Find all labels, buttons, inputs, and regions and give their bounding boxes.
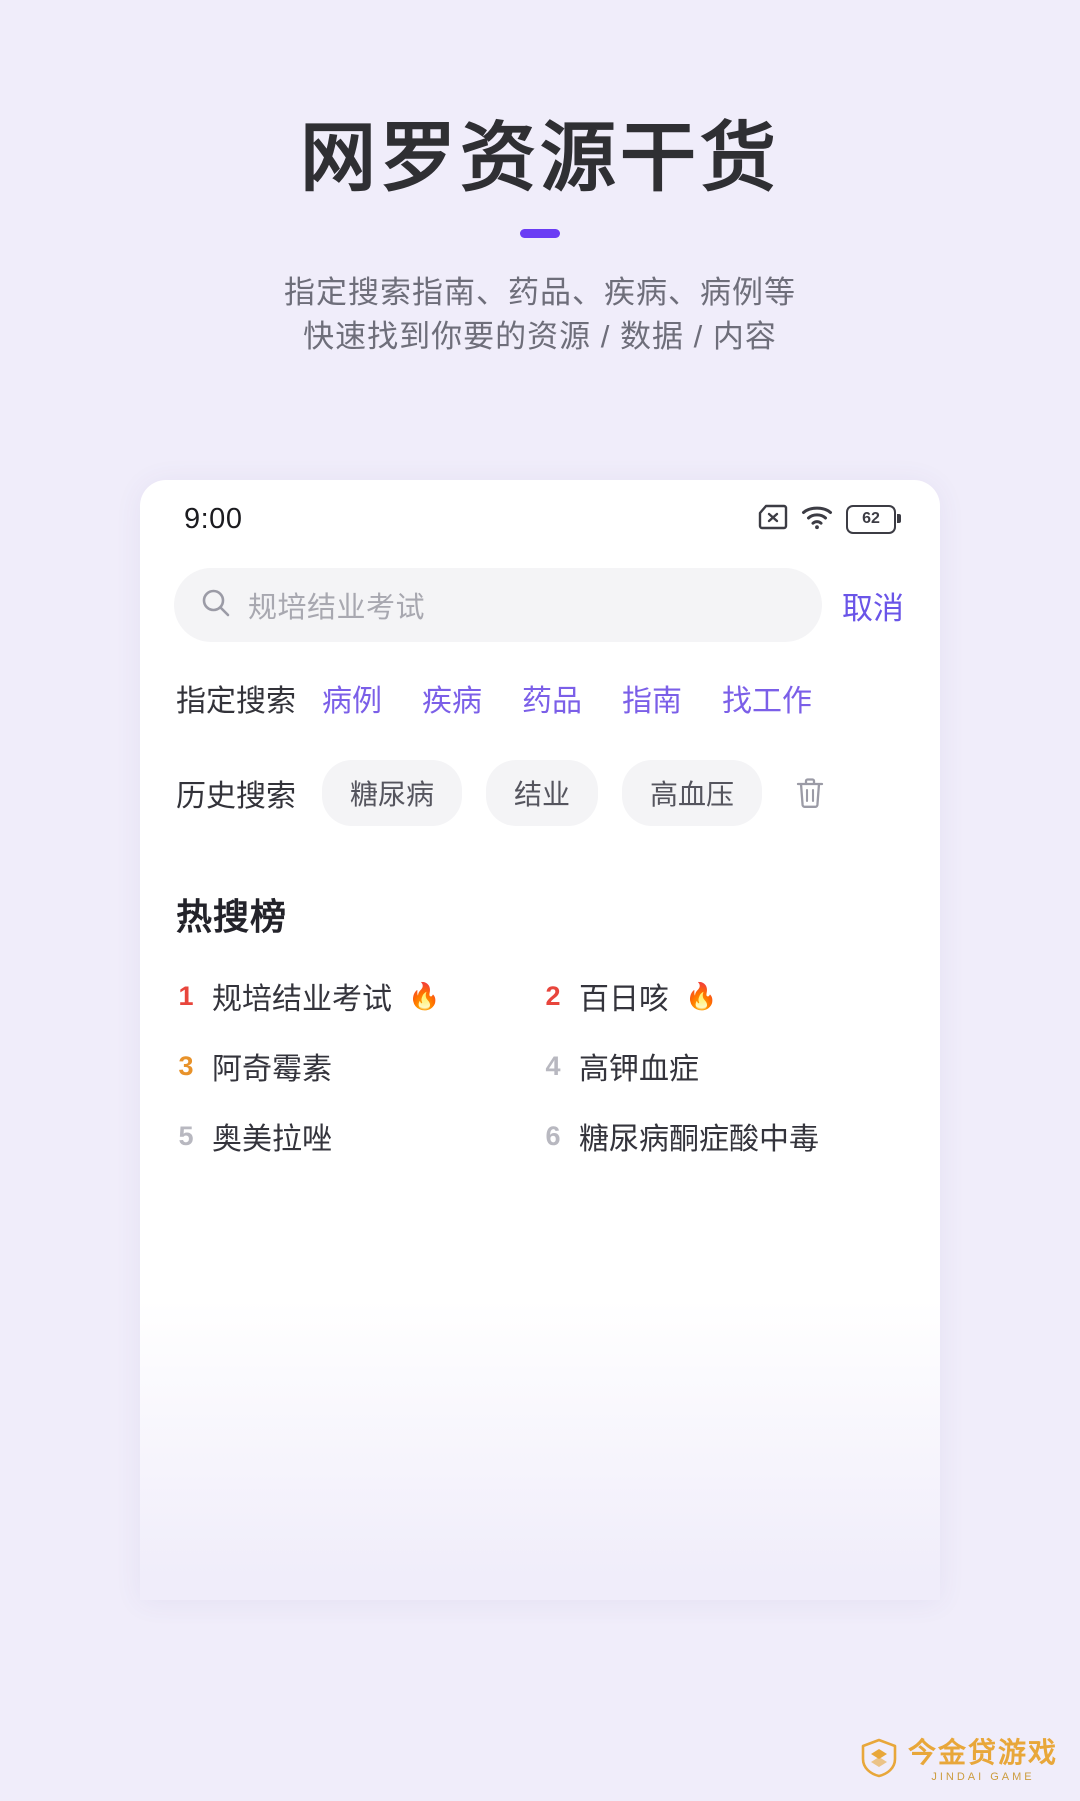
hot-text: 糖尿病酮症酸中毒 bbox=[579, 1123, 819, 1156]
battery-icon: 62 bbox=[846, 504, 901, 534]
hot-text: 阿奇霉素 bbox=[212, 1053, 332, 1086]
hot-text: 百日咳 bbox=[579, 983, 669, 1016]
trash-icon[interactable] bbox=[794, 776, 826, 810]
search-placeholder: 规培结业考试 bbox=[248, 592, 426, 624]
hot-list-item[interactable]: 3 阿奇霉素 bbox=[176, 1036, 543, 1096]
cancel-button[interactable]: 取消 bbox=[828, 583, 910, 628]
watermark-text: 今金贷游戏 JINDAI GAME bbox=[907, 1736, 1058, 1783]
hot-list-item[interactable]: 2 百日咳 🔥 bbox=[543, 966, 910, 1026]
hot-rank: 2 bbox=[545, 980, 561, 1011]
hot-rank: 5 bbox=[178, 1120, 194, 1151]
search-input[interactable]: 规培结业考试 bbox=[174, 568, 822, 642]
hot-list-item[interactable]: 5 奥美拉唑 bbox=[176, 1106, 543, 1166]
quick-search-item-zhinan[interactable]: 指南 bbox=[622, 676, 682, 720]
phone-mockup: 9:00 62 规培结业考试 取消 指定搜索 病例 疾病 药品 指南 找工作 历… bbox=[140, 480, 940, 1600]
accent-dash bbox=[520, 228, 560, 238]
hot-text: 高钾血症 bbox=[579, 1053, 699, 1086]
hero-section: 网罗资源干货 指定搜索指南、药品、疾病、病例等 快速找到你要的资源 / 数据 /… bbox=[0, 0, 1080, 359]
hot-list-item[interactable]: 1 规培结业考试 🔥 bbox=[176, 966, 543, 1026]
watermark-main: 今金贷游戏 bbox=[907, 1736, 1058, 1768]
hot-list-item[interactable]: 4 高钾血症 bbox=[543, 1036, 910, 1096]
history-chip-jieye[interactable]: 结业 bbox=[486, 760, 599, 826]
hero-subtitle: 指定搜索指南、药品、疾病、病例等 快速找到你要的资源 / 数据 / 内容 bbox=[0, 271, 1080, 359]
battery-level: 62 bbox=[862, 510, 880, 527]
quick-search-item-yaopin[interactable]: 药品 bbox=[522, 676, 582, 720]
hot-text: 奥美拉唑 bbox=[212, 1123, 332, 1156]
search-row: 规培结业考试 取消 bbox=[140, 568, 940, 642]
quick-search-item-jibing[interactable]: 疾病 bbox=[422, 676, 482, 720]
shield-logo-icon bbox=[860, 1738, 898, 1783]
bottom-fade-overlay bbox=[140, 1300, 940, 1600]
hot-list-item[interactable]: 6 糖尿病酮症酸中毒 bbox=[543, 1106, 910, 1166]
watermark-sub: JINDAI GAME bbox=[931, 1770, 1035, 1783]
quick-search-label: 指定搜索 bbox=[176, 685, 296, 718]
wifi-icon bbox=[801, 504, 833, 535]
hot-list: 1 规培结业考试 🔥 2 百日咳 🔥 3 阿奇霉素 4 高钾血症 5 奥美拉唑 … bbox=[140, 966, 940, 1166]
flame-icon: 🔥 bbox=[408, 981, 441, 1011]
history-chip-gaoxueya[interactable]: 高血压 bbox=[622, 760, 763, 826]
hot-text: 规培结业考试 bbox=[212, 983, 392, 1016]
quick-search-row: 指定搜索 病例 疾病 药品 指南 找工作 bbox=[140, 676, 940, 720]
history-search-label: 历史搜索 bbox=[176, 780, 296, 813]
quick-search-item-bingli[interactable]: 病例 bbox=[322, 676, 382, 720]
status-bar: 9:00 62 bbox=[140, 480, 940, 558]
status-icons: 62 bbox=[758, 504, 901, 535]
quick-search-item-zhaogongzuo[interactable]: 找工作 bbox=[722, 676, 812, 720]
sim-card-off-icon bbox=[758, 504, 788, 535]
flame-icon: 🔥 bbox=[685, 981, 718, 1011]
hero-subtitle-line-2: 快速找到你要的资源 / 数据 / 内容 bbox=[303, 318, 777, 354]
hot-rank: 3 bbox=[178, 1050, 194, 1081]
history-chip-tangniaobing[interactable]: 糖尿病 bbox=[322, 760, 463, 826]
status-time: 9:00 bbox=[184, 502, 243, 535]
hot-rank: 4 bbox=[545, 1050, 561, 1081]
search-icon bbox=[200, 587, 232, 624]
hot-rank: 1 bbox=[178, 980, 194, 1011]
watermark: 今金贷游戏 JINDAI GAME bbox=[860, 1738, 1058, 1783]
hero-subtitle-line-1: 指定搜索指南、药品、疾病、病例等 bbox=[284, 274, 796, 310]
hot-list-title: 热搜榜 bbox=[176, 896, 288, 937]
page-title: 网罗资源干货 bbox=[300, 113, 780, 202]
hot-rank: 6 bbox=[545, 1120, 561, 1151]
history-search-row: 历史搜索 糖尿病 结业 高血压 bbox=[140, 760, 940, 826]
